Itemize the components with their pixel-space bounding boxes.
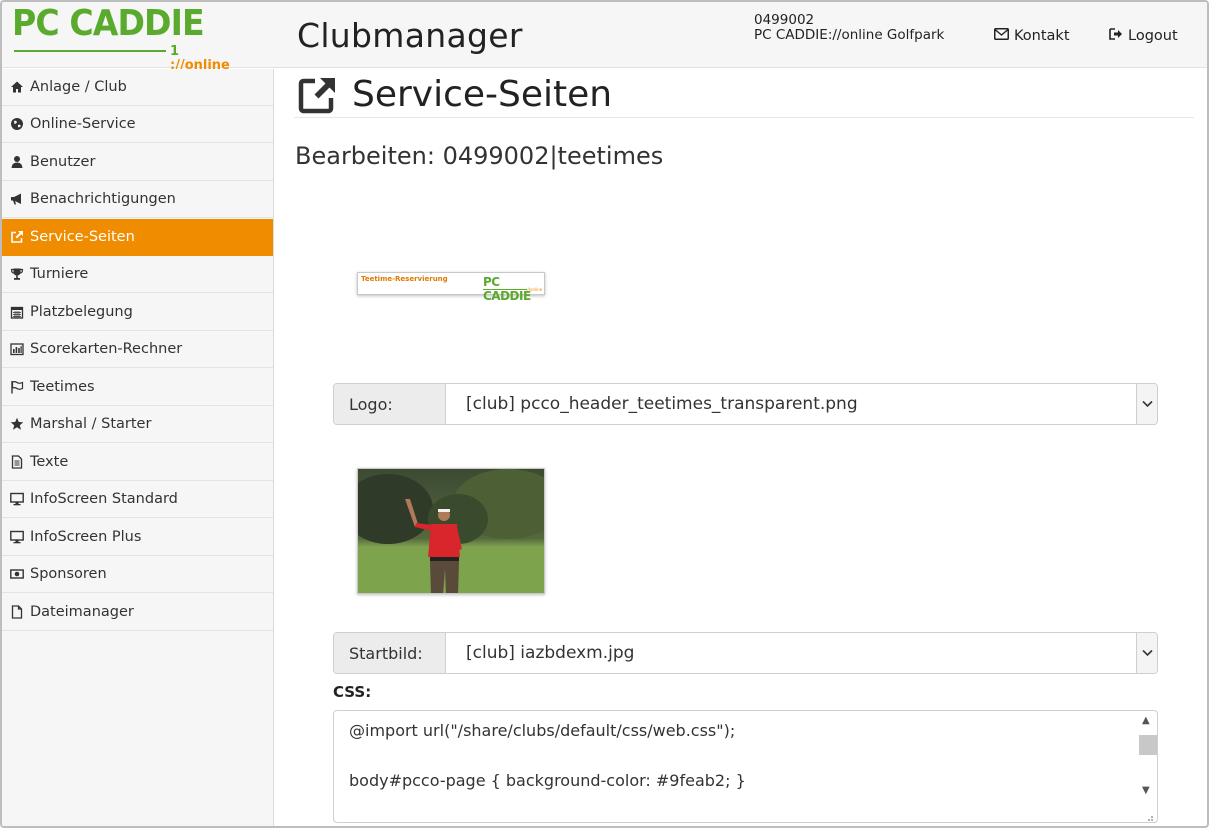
css-scrollbar[interactable]: ▲ ▼ [1137,713,1157,801]
sidebar-item-label: Benachrichtigungen [30,191,176,207]
startbild-label: Startbild: [334,633,446,673]
logout-label: Logout [1128,28,1178,44]
envelope-icon [994,28,1009,44]
sidebar-item-texte[interactable]: Texte [2,444,273,481]
sidebar-item-label: Online-Service [30,116,136,132]
sidebar-item-anlage-club[interactable]: Anlage / Club [2,69,273,106]
sidebar-nav: Anlage / Club Online-Service Benutzer Be… [2,69,274,826]
sidebar-item-infoscreen-standard[interactable]: InfoScreen Standard [2,481,273,518]
sidebar-item-teetimes[interactable]: Teetimes [2,369,273,406]
club-info: 0499002 PC CADDIE://online Golfpark [754,13,944,43]
sidebar-item-benachrichtigungen[interactable]: Benachrichtigungen [2,181,273,218]
startbild-preview-image [357,468,545,594]
globe-icon [9,116,25,132]
chevron-down-icon[interactable] [1136,633,1157,673]
sidebar-item-label: Scorekarten-Rechner [30,341,183,357]
sidebar-item-sponsoren[interactable]: Sponsoren [2,556,273,593]
css-label: CSS: [333,683,372,701]
logo-select[interactable]: [club] pcco_header_teetimes_transparent.… [446,384,1136,424]
sidebar-item-service-seiten[interactable]: Service-Seiten [2,219,273,256]
logo-underline [14,50,166,52]
sidebar-item-label: Dateimanager [30,604,134,620]
scroll-up-icon[interactable]: ▲ [1142,715,1150,726]
sidebar-item-label: Marshal / Starter [30,416,152,432]
sign-out-icon [1109,28,1123,44]
sidebar-item-label: Sponsoren [30,566,107,582]
css-textarea[interactable]: @import url("/share/clubs/default/css/we… [333,710,1158,823]
edit-subtitle: Bearbeiten: 0499002|teetimes [295,142,664,170]
club-number: 0499002 [754,12,815,28]
pc-caddie-logo[interactable]: PC CADDIE 1 ://online [12,3,234,73]
kontakt-link[interactable]: Kontakt [994,28,1070,44]
calendar-icon [9,304,25,320]
logo-preview-image: Teetime-Reservierung PC CADDIE ://online [357,272,545,303]
sidebar-item-infoscreen-plus[interactable]: InfoScreen Plus [2,519,273,556]
desktop-icon [9,529,25,545]
sidebar-item-turniere[interactable]: Turniere [2,256,273,293]
sidebar-item-scorekarten-rechner[interactable]: Scorekarten-Rechner [2,331,273,368]
page-title: Service-Seiten [352,74,613,115]
user-icon [9,154,25,170]
sidebar-item-label: Teetimes [30,379,95,395]
logo-preview-underline [483,289,527,290]
sidebar-item-online-service[interactable]: Online-Service [2,106,273,143]
bar-chart-icon [9,341,25,357]
top-header: PC CADDIE 1 ://online Clubmanager 049900… [2,2,1207,73]
external-link-icon [9,229,25,245]
trophy-icon [9,266,25,282]
startbild-select-group: Startbild: [club] iazbdexm.jpg [333,632,1158,674]
scroll-down-icon[interactable]: ▼ [1142,785,1150,796]
resize-handle-icon[interactable] [1144,810,1154,821]
sidebar-item-benutzer[interactable]: Benutzer [2,144,273,181]
sidebar-item-platzbelegung[interactable]: Platzbelegung [2,294,273,331]
sidebar-item-label: Benutzer [30,154,96,170]
sidebar-item-marshal-starter[interactable]: Marshal / Starter [2,406,273,443]
club-name: PC CADDIE://online Golfpark [754,27,945,43]
file-icon [9,604,25,620]
logo-preview-sub-text: ://online [526,287,543,292]
sidebar-item-label: InfoScreen Standard [30,491,178,507]
money-icon [9,566,25,582]
kontakt-label: Kontakt [1014,28,1070,44]
page-heading: Service-Seiten [298,74,612,115]
logo-select-group: Logo: [club] pcco_header_teetimes_transp… [333,383,1158,425]
sidebar-item-label: Service-Seiten [30,229,135,245]
startbild-select[interactable]: [club] iazbdexm.jpg [446,633,1136,673]
css-line: @import url("/share/clubs/default/css/we… [349,721,736,740]
heading-divider [294,117,1194,118]
sidebar-item-label: Turniere [30,266,89,282]
external-link-icon [298,75,338,115]
flag-icon [9,379,25,395]
logo-preview-left-text: Teetime-Reservierung [361,275,448,283]
home-icon [9,79,25,95]
sidebar-item-label: Anlage / Club [30,79,127,95]
chevron-down-icon[interactable] [1136,384,1157,424]
desktop-icon [9,491,25,507]
bullhorn-icon [9,191,25,207]
file-text-icon [9,454,25,470]
star-icon [9,416,25,432]
scrollbar-thumb[interactable] [1139,735,1157,755]
app-title: Clubmanager [297,16,523,55]
app-window: PC CADDIE 1 ://online Clubmanager 049900… [0,0,1209,828]
logout-link[interactable]: Logout [1109,28,1178,44]
sidebar-item-label: InfoScreen Plus [30,529,142,545]
sidebar-item-label: Platzbelegung [30,304,133,320]
logo-main-text: PC CADDIE [12,3,205,44]
sidebar-item-label: Texte [30,454,69,470]
css-line: body#pcco-page { background-color: #9fea… [349,771,746,790]
logo-label: Logo: [334,384,446,424]
sidebar-item-dateimanager[interactable]: Dateimanager [2,594,273,631]
